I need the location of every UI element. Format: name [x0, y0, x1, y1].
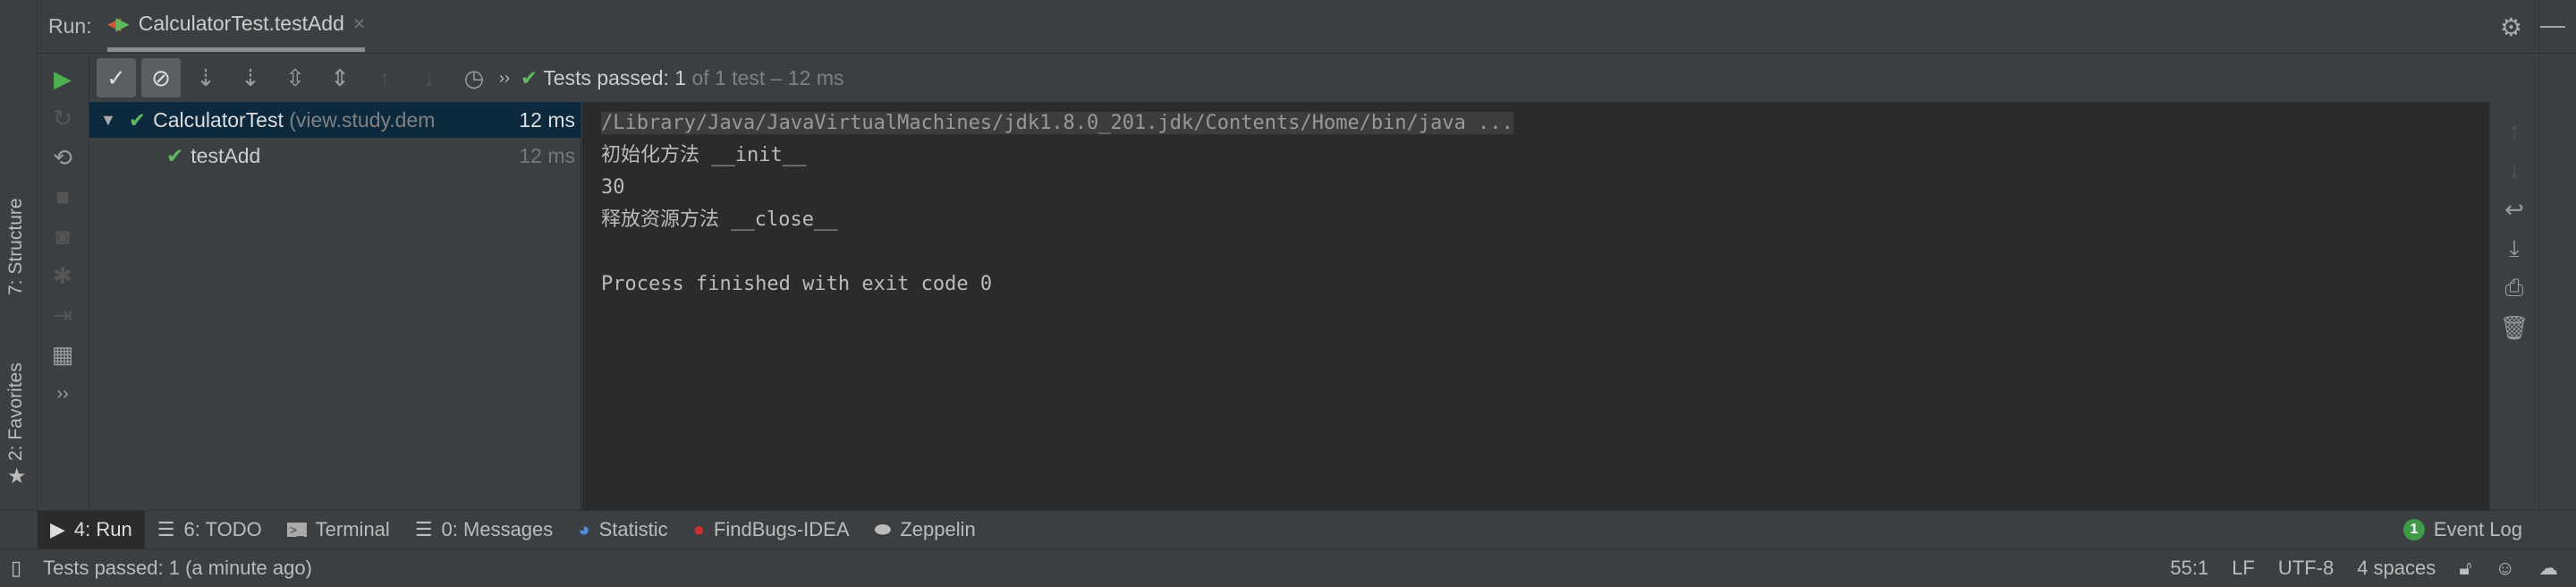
line-separator[interactable]: LF — [2232, 557, 2255, 580]
tool-window-bar: ▶ 4: Run ☰ 6: TODO >_ Terminal ☰ 0: Messages… — [0, 510, 2576, 549]
inspector-icon[interactable]: ☺ — [2496, 557, 2515, 580]
tool-label: 4: Run — [73, 518, 132, 540]
trash-icon[interactable]: 🗑 — [2495, 308, 2534, 347]
console-line: 初始化方法 __init__ — [601, 144, 807, 166]
gear-icon[interactable]: ⚙ — [2500, 13, 2522, 42]
play-icon: ▶ — [50, 518, 65, 540]
tool-label: Terminal — [315, 518, 390, 540]
run-label: Run: — [48, 14, 92, 38]
scroll-to-end-icon[interactable]: ⤓ — [2495, 229, 2534, 268]
terminal-icon: >_ — [286, 523, 307, 537]
tool-messages[interactable]: ☰ 0: Messages — [402, 511, 565, 549]
tree-item-name: testAdd — [191, 143, 261, 167]
console-side-toolbar: ↑ ↓ ↩ ⤓ ⎙ 🗑 — [2489, 102, 2538, 510]
pass-check-icon: ✔ — [166, 143, 184, 167]
tool-statistic[interactable]: ◕ Statistic — [565, 511, 680, 549]
tool-label: 6: TODO — [183, 518, 262, 540]
console-output[interactable]: /Library/Java/JavaVirtualMachines/jdk1.8… — [582, 102, 2489, 510]
sort-alpha-icon[interactable]: ⇣ — [186, 58, 225, 98]
soft-wrap-icon[interactable]: ↩ — [2495, 190, 2534, 229]
history-icon[interactable]: ◷ — [454, 58, 494, 98]
tool-todo[interactable]: ☰ 6: TODO — [145, 511, 275, 549]
tree-item-time: 12 ms — [515, 107, 575, 132]
console-line: 释放资源方法 __close__ — [601, 208, 838, 231]
next-failed-icon[interactable]: ↓ — [410, 58, 449, 98]
event-count-badge: 1 — [2402, 519, 2425, 540]
help-cloud-icon[interactable]: ☁ — [2538, 557, 2558, 580]
rerun-icon[interactable]: ▶ — [43, 59, 82, 98]
event-log-button[interactable]: 1 Event Log — [2391, 511, 2576, 549]
indent-setting[interactable]: 4 spaces — [2357, 557, 2436, 580]
more-icon[interactable]: ›› — [43, 374, 82, 413]
down-arrow-icon[interactable]: ↓ — [2495, 150, 2534, 190]
tree-item-package: (view.study.dem — [283, 107, 436, 132]
status-message: Tests passed: 1 (a minute ago) — [43, 557, 312, 579]
pass-check-icon: ✔ — [128, 107, 147, 132]
previous-failed-icon[interactable]: ↑ — [365, 58, 404, 98]
right-tool-stripe — [2538, 0, 2576, 510]
tree-item-name: CalculatorTest — [153, 107, 284, 132]
statistic-icon: ◕ — [578, 518, 590, 540]
camera-icon[interactable]: ◙ — [43, 217, 82, 256]
run-tab-bar: Run: ◀▶ CalculatorTest.testAdd × ⚙ — — [38, 0, 2576, 54]
run-side-toolbar: ▶ ↻ ⟲ ■ ◙ ✱ ⇥ ▦ ›› — [38, 54, 89, 510]
toolbar-more[interactable]: ›› — [499, 69, 510, 88]
status-bar: ▯ Tests passed: 1 (a minute ago) 55:1 LF… — [0, 549, 2576, 587]
exit-icon[interactable]: ⇥ — [43, 295, 82, 335]
expand-arrow-icon[interactable]: ▼ — [100, 111, 116, 130]
caret-position[interactable]: 55:1 — [2170, 557, 2208, 580]
tool-label: Zeppelin — [900, 518, 976, 540]
collapse-all-icon[interactable]: ⇕ — [320, 58, 360, 98]
messages-icon: ☰ — [414, 518, 433, 540]
print-icon[interactable]: ⎙ — [2495, 268, 2534, 308]
list-icon: ☰ — [157, 518, 175, 540]
lock-icon[interactable]: 🔓︎ — [2459, 557, 2471, 580]
test-run-icon: ◀▶ — [107, 14, 130, 34]
sort-duration-icon[interactable]: ⇣ — [231, 58, 270, 98]
tool-label: FindBugs-IDEA — [713, 518, 850, 540]
file-encoding[interactable]: UTF-8 — [2278, 557, 2334, 580]
test-toolbar: ✓ ⊘ ⇣ ⇣ ⇳ ⇕ ↑ ↓ ◷ ›› ✔ Tests passed: 1 o… — [89, 54, 2489, 102]
pass-check-icon: ✔ — [521, 65, 538, 89]
layout-icon[interactable]: ▦ — [43, 335, 82, 374]
tree-row-calculatortest[interactable]: ▼ ✔ CalculatorTest (view.study.dem 12 ms — [89, 102, 580, 138]
debug-icon[interactable]: ✱ — [43, 256, 82, 295]
expand-all-icon[interactable]: ⇳ — [275, 58, 315, 98]
stop-icon[interactable]: ■ — [43, 177, 82, 217]
tool-terminal[interactable]: >_ Terminal — [275, 511, 402, 549]
left-tool-stripe: 7: Structure 2: Favorites ★ — [0, 0, 38, 510]
show-ignored-icon[interactable]: ⊘ — [141, 58, 181, 98]
console-line: Process finished with exit code 0 — [601, 273, 993, 295]
tool-zeppelin[interactable]: ⬬ Zeppelin — [862, 511, 988, 549]
bug-icon: ● — [692, 518, 705, 540]
star-icon: ★ — [7, 464, 27, 489]
close-tab-icon[interactable]: × — [353, 12, 365, 36]
up-arrow-icon[interactable]: ↑ — [2495, 111, 2534, 150]
tool-label: Statistic — [598, 518, 668, 540]
favorites-tool-button[interactable]: 2: Favorites — [5, 362, 27, 461]
tool-findbugs[interactable]: ● FindBugs-IDEA — [681, 511, 862, 549]
run-tab-title: CalculatorTest.testAdd — [138, 12, 344, 35]
show-passed-icon[interactable]: ✓ — [97, 58, 136, 98]
run-tab[interactable]: ◀▶ CalculatorTest.testAdd × — [107, 0, 366, 52]
tests-passed-status: Tests passed: 1 — [543, 65, 687, 89]
structure-tool-button[interactable]: 7: Structure — [5, 198, 27, 295]
toggle-autotest-icon[interactable]: ⟲ — [43, 138, 82, 177]
zeppelin-icon: ⬬ — [874, 518, 892, 540]
rerun-failed-icon[interactable]: ↻ — [43, 98, 82, 138]
console-line: 30 — [601, 176, 625, 199]
tree-item-time: 12 ms — [519, 143, 575, 167]
tool-run[interactable]: ▶ 4: Run — [38, 510, 145, 549]
test-tree: ▼ ✔ CalculatorTest (view.study.dem 12 ms… — [89, 102, 581, 510]
event-log-label: Event Log — [2433, 518, 2522, 540]
tool-label: 0: Messages — [441, 518, 554, 540]
tree-row-testadd[interactable]: ✔ testAdd 12 ms — [89, 138, 580, 174]
console-command-line[interactable]: /Library/Java/JavaVirtualMachines/jdk1.8… — [601, 112, 1513, 134]
toggle-tool-windows-icon[interactable]: ▯ — [11, 557, 21, 580]
tests-passed-detail: of 1 test – 12 ms — [686, 65, 844, 89]
